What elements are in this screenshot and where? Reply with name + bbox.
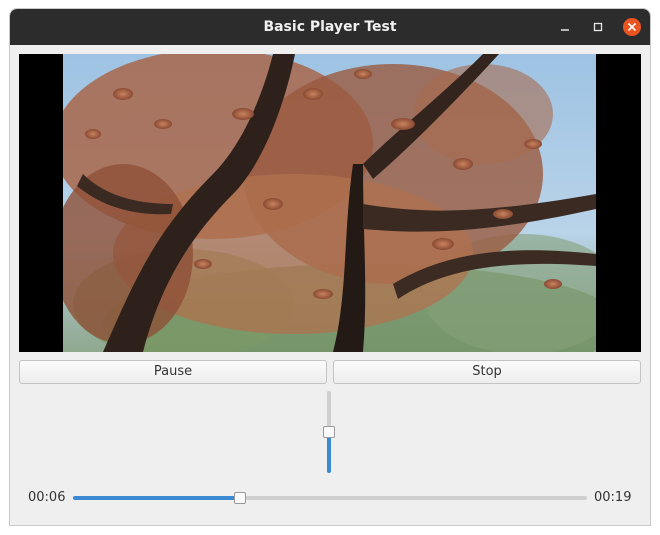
minimize-icon	[561, 29, 569, 31]
video-frame	[63, 54, 596, 352]
seek-slider[interactable]	[73, 496, 587, 500]
window-title: Basic Player Test	[263, 19, 397, 35]
maximize-button[interactable]	[588, 17, 608, 37]
volume-slider-handle[interactable]	[323, 426, 335, 438]
stop-button[interactable]: Stop	[333, 360, 641, 384]
seek-slider-fill	[73, 496, 240, 500]
title-bar[interactable]: Basic Player Test	[10, 9, 650, 45]
total-time: 00:19	[594, 490, 632, 505]
player-window: Basic Player Test Pause Stop 00:06 00:19	[10, 9, 650, 525]
maximize-icon	[593, 22, 603, 32]
close-button[interactable]	[622, 17, 642, 37]
close-icon	[623, 18, 641, 36]
current-time: 00:06	[28, 490, 66, 505]
minimize-button[interactable]	[555, 17, 575, 37]
video-frame-image	[63, 54, 596, 352]
volume-slider-fill	[327, 432, 331, 473]
video-display[interactable]	[19, 54, 641, 352]
pause-button[interactable]: Pause	[19, 360, 327, 384]
seek-slider-handle[interactable]	[234, 492, 246, 504]
